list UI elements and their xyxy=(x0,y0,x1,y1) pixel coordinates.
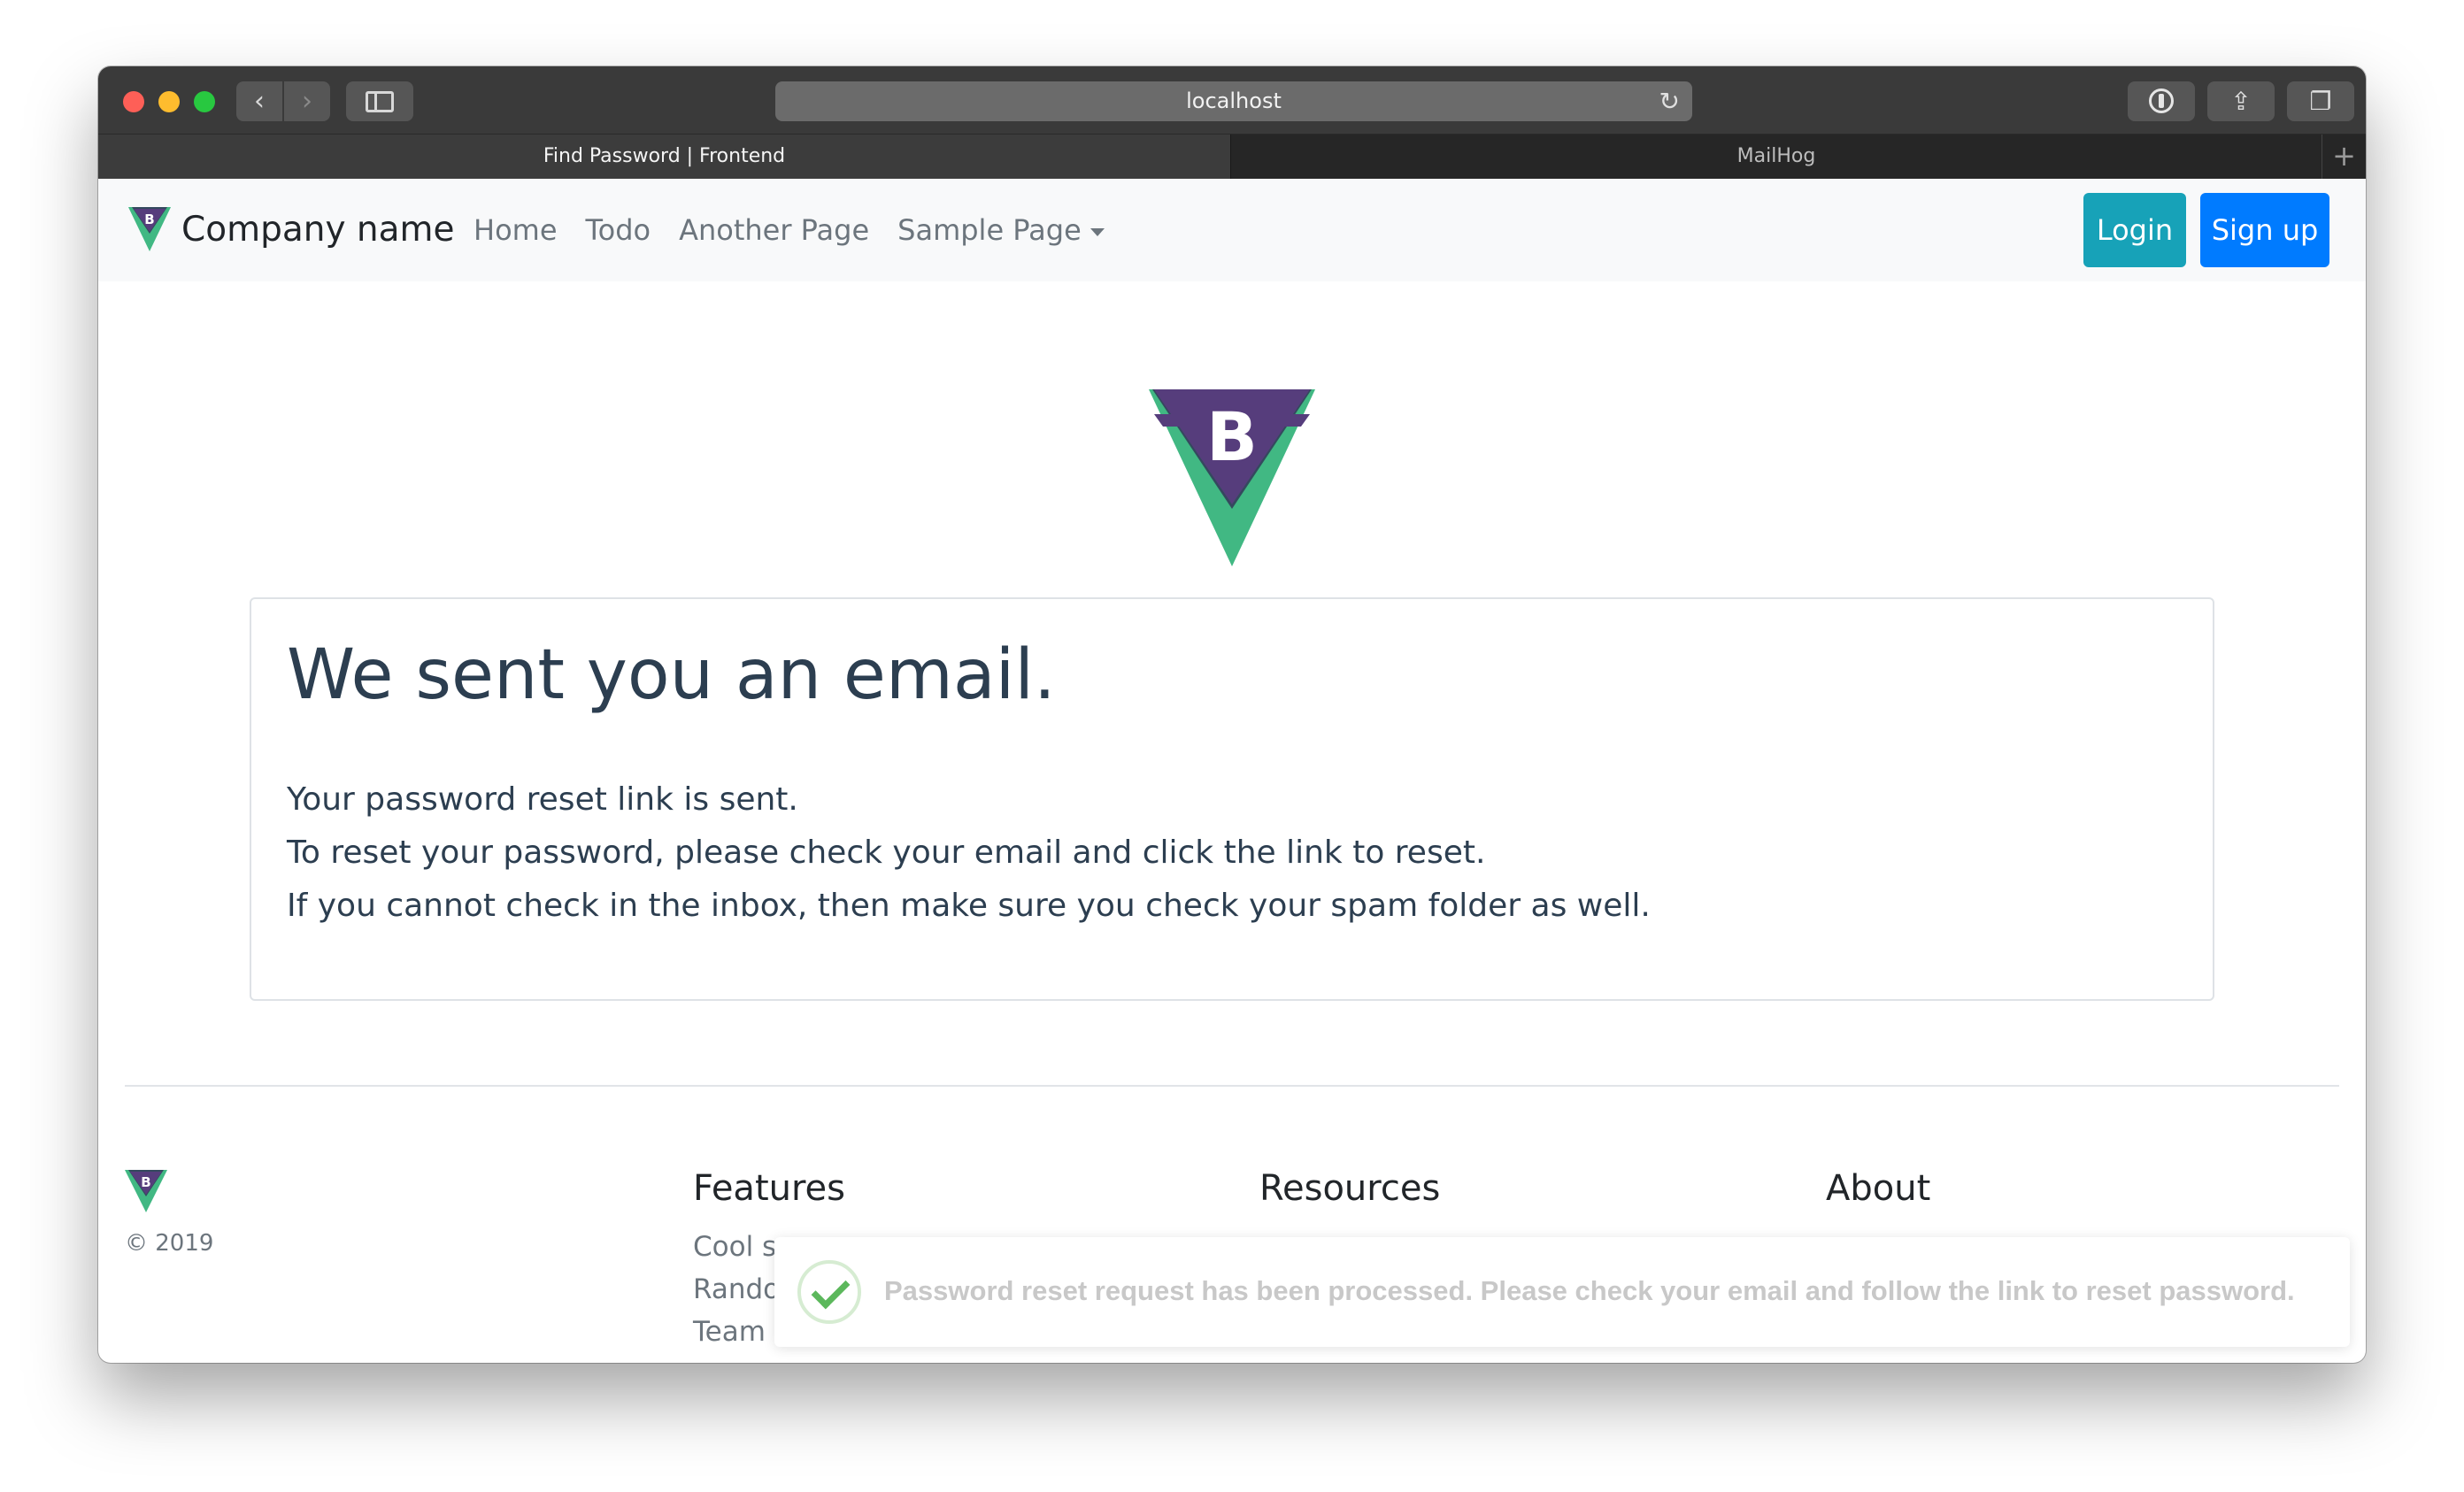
nav-another-page[interactable]: Another Page xyxy=(679,205,869,255)
tab-bar: Find Password | Frontend MailHog + xyxy=(98,135,2366,179)
nav-links: Home Todo Another Page Sample Page xyxy=(474,205,1105,255)
copyright: © 2019 xyxy=(125,1230,214,1257)
forward-button[interactable]: › xyxy=(284,81,330,121)
footer-logo-icon: B xyxy=(125,1170,167,1212)
address-text: localhost xyxy=(1186,88,1282,113)
password-manager-button[interactable] xyxy=(2128,81,2195,121)
nav-todo[interactable]: Todo xyxy=(586,205,651,255)
caret-down-icon xyxy=(1090,227,1105,236)
nav-sample-page-dropdown[interactable]: Sample Page xyxy=(897,205,1105,255)
tab-find-password[interactable]: Find Password | Frontend xyxy=(98,135,1231,179)
toast-message: Password reset request has been processe… xyxy=(884,1275,2295,1306)
success-toast[interactable]: Password reset request has been processe… xyxy=(774,1237,2350,1347)
brand-logo-icon[interactable]: B xyxy=(128,207,171,253)
footer-col-resources: Resources xyxy=(1259,1164,1440,1213)
site-navbar: B Company name Home Todo Another Page Sa… xyxy=(98,179,2366,281)
chevron-right-icon: › xyxy=(302,86,312,117)
new-tab-button[interactable]: + xyxy=(2322,135,2366,179)
plus-icon: + xyxy=(2332,139,2356,173)
email-sent-card: We sent you an email. Your password rese… xyxy=(250,597,2214,1001)
svg-text:B: B xyxy=(141,1174,150,1190)
browser-window: ‹ › localhost ↻ ⇪ ❐ Find Password | Fron… xyxy=(98,66,2366,1363)
card-line-spam: If you cannot check in the inbox, then m… xyxy=(287,888,1651,924)
zoom-window-button[interactable] xyxy=(194,91,215,112)
back-button[interactable]: ‹ xyxy=(236,81,282,121)
share-icon: ⇪ xyxy=(2230,87,2252,116)
hero-logo-icon: B xyxy=(1149,389,1315,566)
tabs-overview-icon: ❐ xyxy=(2309,87,2332,116)
svg-text:B: B xyxy=(144,211,154,227)
show-tabs-button[interactable]: ❐ xyxy=(2287,81,2354,121)
title-bar: ‹ › localhost ↻ ⇪ ❐ xyxy=(98,66,2366,135)
tab-label: MailHog xyxy=(1736,145,1816,167)
footer-heading-resources: Resources xyxy=(1259,1168,1441,1209)
svg-text:B: B xyxy=(1206,397,1258,476)
checkmark-icon xyxy=(797,1260,861,1324)
sidebar-icon xyxy=(366,91,394,112)
nav-sample-page-label: Sample Page xyxy=(897,213,1082,247)
footer-divider xyxy=(125,1085,2339,1087)
card-line-instructions: To reset your password, please check you… xyxy=(287,834,1486,871)
chevron-left-icon: ‹ xyxy=(254,86,265,117)
nav-home[interactable]: Home xyxy=(474,205,558,255)
footer-col-about: About xyxy=(1826,1164,1930,1213)
reload-icon[interactable]: ↻ xyxy=(1659,81,1680,121)
footer-heading-about: About xyxy=(1826,1168,1931,1209)
address-bar[interactable]: localhost ↻ xyxy=(775,81,1692,121)
card-line-sent: Your password reset link is sent. xyxy=(287,781,798,818)
sidebar-toggle-button[interactable] xyxy=(346,81,413,121)
tab-label: Find Password | Frontend xyxy=(543,145,786,167)
minimize-window-button[interactable] xyxy=(158,91,180,112)
brand-name[interactable]: Company name xyxy=(181,205,455,255)
tab-mailhog[interactable]: MailHog xyxy=(1232,135,2321,179)
footer-heading-features: Features xyxy=(693,1168,845,1209)
close-window-button[interactable] xyxy=(123,91,144,112)
password-manager-icon xyxy=(2149,88,2174,113)
card-title: We sent you an email. xyxy=(287,635,1056,715)
login-button[interactable]: Login xyxy=(2083,193,2186,267)
share-button[interactable]: ⇪ xyxy=(2207,81,2275,121)
signup-button[interactable]: Sign up xyxy=(2200,193,2329,267)
